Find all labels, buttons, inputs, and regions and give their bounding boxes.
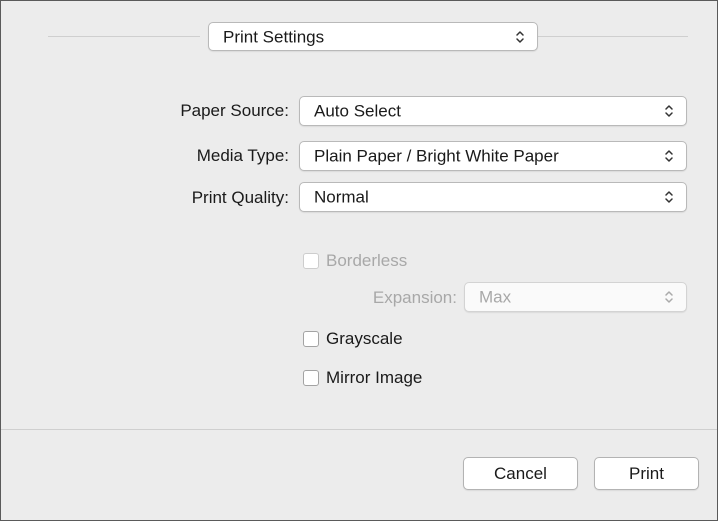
media-type-popup[interactable]: Plain Paper / Bright White Paper — [299, 141, 687, 171]
print-settings-popup-value: Print Settings — [223, 27, 325, 46]
grayscale-checkbox[interactable] — [303, 331, 319, 347]
print-dialog: Print Settings Paper Source: Auto Select… — [0, 0, 718, 521]
expansion-label: Expansion: — [372, 288, 457, 307]
paper-source-value: Auto Select — [314, 101, 401, 121]
top-separator-right — [538, 36, 688, 37]
up-down-chevron-icon — [665, 291, 673, 303]
borderless-checkbox — [303, 253, 319, 269]
print-quality-label: Print Quality: — [191, 188, 289, 207]
print-settings-popup[interactable]: Print Settings — [208, 22, 538, 51]
media-type-value: Plain Paper / Bright White Paper — [314, 146, 559, 166]
media-type-label: Media Type: — [196, 146, 289, 165]
cancel-button[interactable]: Cancel — [463, 457, 578, 490]
bottom-separator — [1, 429, 717, 430]
top-separator-left — [48, 36, 200, 37]
mirror-image-label[interactable]: Mirror Image — [326, 368, 422, 388]
paper-source-popup[interactable]: Auto Select — [299, 96, 687, 126]
print-quality-value: Normal — [314, 187, 369, 207]
grayscale-checkbox-row[interactable]: Grayscale — [303, 329, 403, 349]
up-down-chevron-icon — [665, 105, 673, 117]
print-button[interactable]: Print — [594, 457, 699, 490]
up-down-chevron-icon — [516, 30, 524, 43]
borderless-checkbox-row: Borderless — [303, 251, 407, 271]
expansion-value: Max — [479, 287, 512, 307]
expansion-popup: Max — [464, 282, 687, 312]
grayscale-label[interactable]: Grayscale — [326, 329, 403, 349]
mirror-image-checkbox-row[interactable]: Mirror Image — [303, 368, 422, 388]
up-down-chevron-icon — [665, 191, 673, 203]
up-down-chevron-icon — [665, 150, 673, 162]
borderless-label: Borderless — [326, 251, 408, 270]
print-quality-popup[interactable]: Normal — [299, 182, 687, 212]
mirror-image-checkbox[interactable] — [303, 370, 319, 386]
paper-source-label: Paper Source: — [180, 101, 289, 120]
